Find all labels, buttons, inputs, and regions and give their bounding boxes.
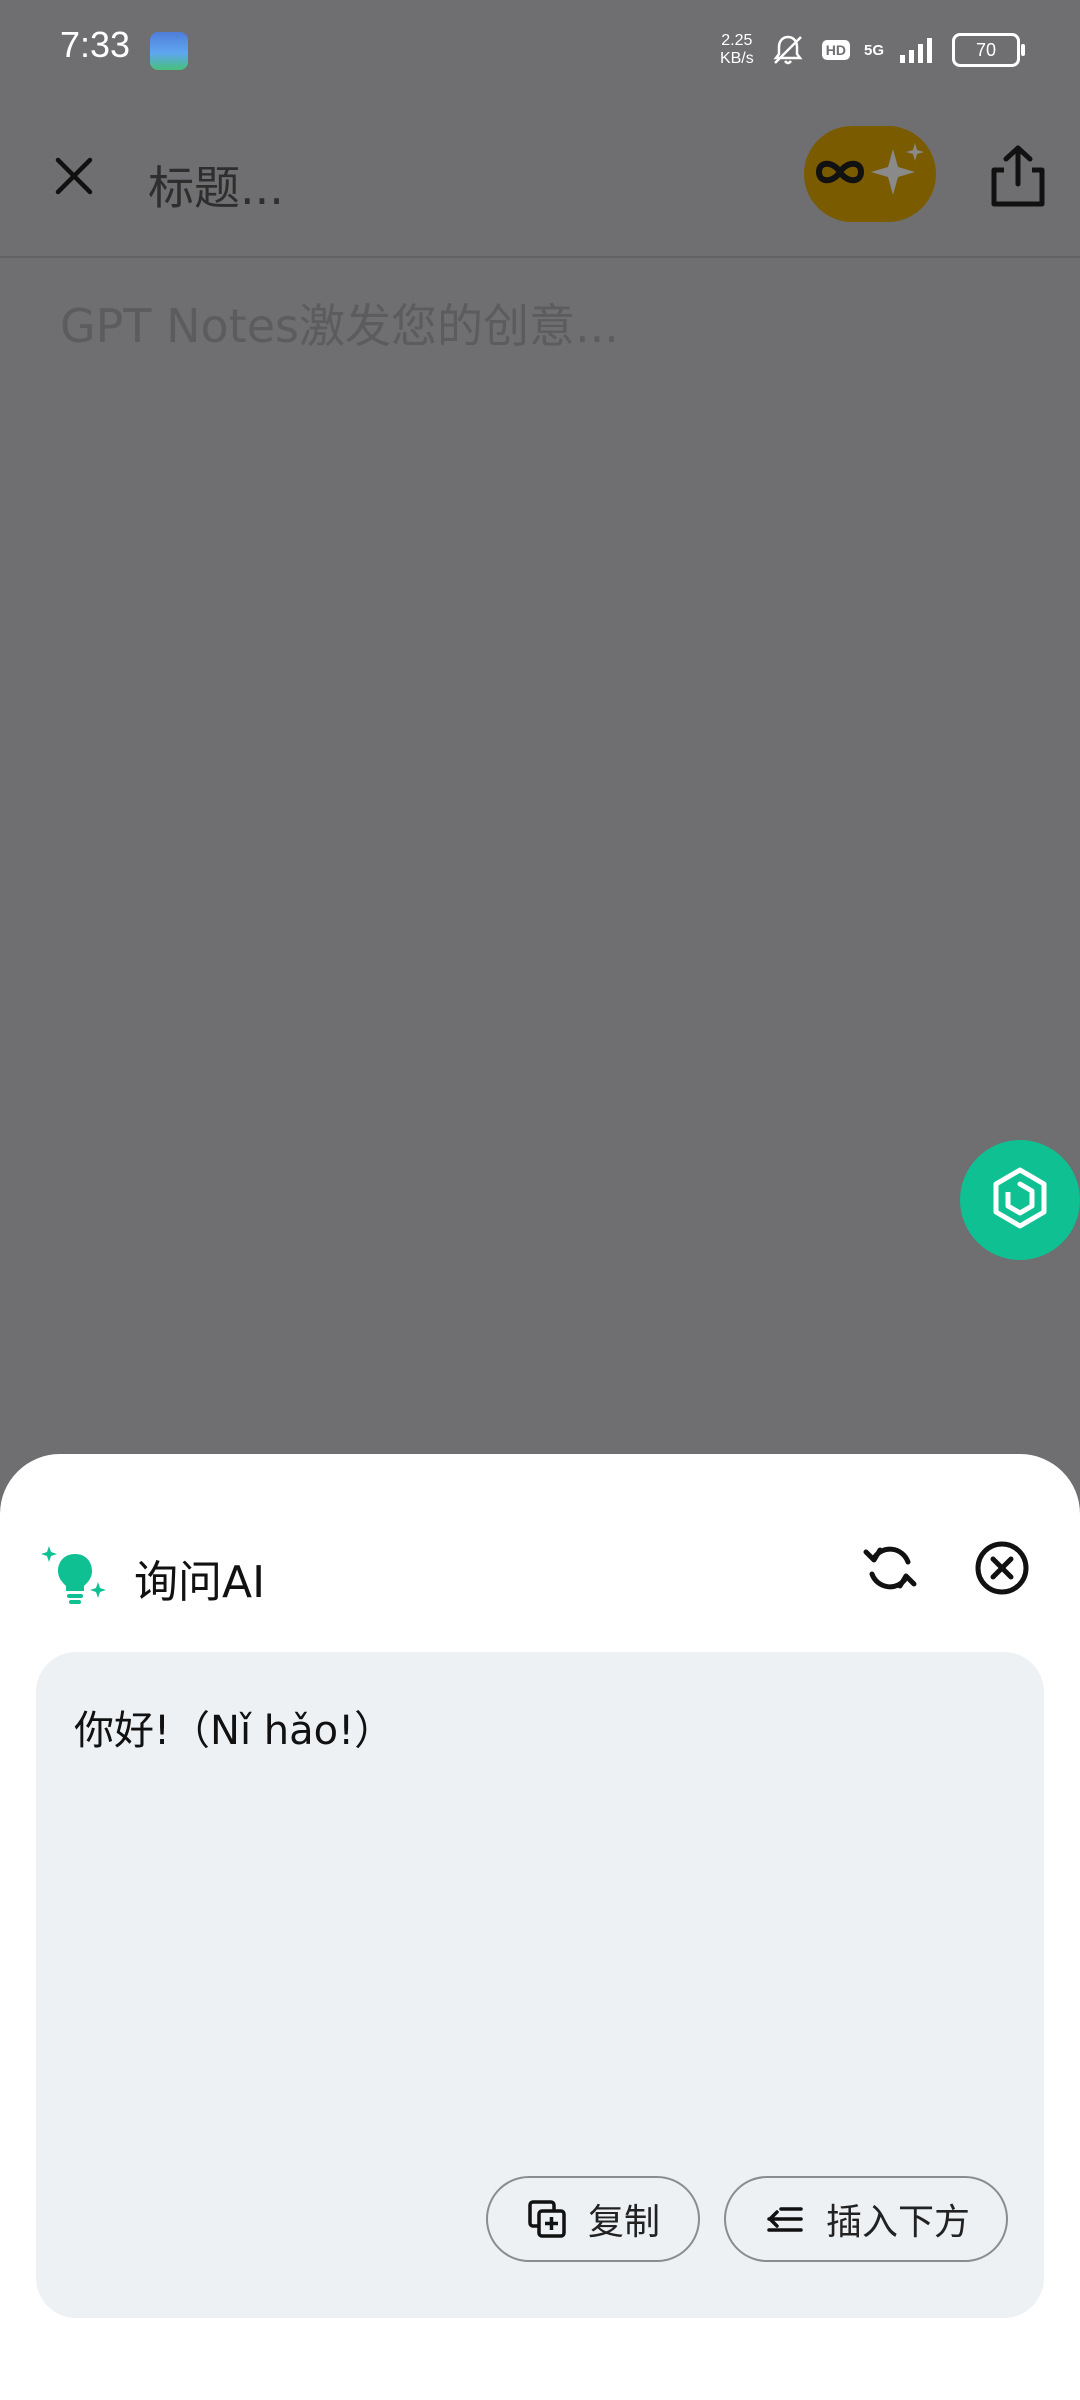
- infinity-icon: [813, 155, 867, 193]
- mute-bell-icon: [768, 30, 808, 70]
- sparkle-icon: [869, 141, 927, 207]
- close-icon: [52, 154, 96, 202]
- signal-bars-icon: [898, 30, 938, 70]
- close-circle-icon: [974, 1540, 1030, 1600]
- network-type: 5G: [863, 41, 884, 59]
- insert-below-button[interactable]: 插入下方: [724, 2176, 1008, 2262]
- share-icon: [988, 144, 1048, 212]
- status-time: 7:33: [60, 24, 131, 65]
- close-editor-button[interactable]: [40, 144, 108, 212]
- copy-button[interactable]: 复制: [486, 2176, 700, 2262]
- ai-answer-card: 你好!（Nǐ hǎo!） 复制 插入下方: [36, 1652, 1044, 2318]
- copy-button-label: 复制: [588, 2202, 661, 2243]
- ask-ai-sheet: 询问AI 你好!（Nǐ hǎo!） 复制 插入下方: [0, 1454, 1080, 2400]
- close-sheet-button[interactable]: [970, 1538, 1034, 1602]
- notification-app-icon: [150, 32, 188, 70]
- note-body-input[interactable]: GPT Notes激发您的创意...: [60, 290, 619, 356]
- regenerate-button[interactable]: [858, 1538, 922, 1602]
- copy-icon: [526, 2198, 568, 2240]
- insert-below-icon: [764, 2198, 806, 2240]
- refresh-icon: [862, 1540, 918, 1600]
- battery-indicator: 70: [952, 33, 1025, 67]
- note-title-input[interactable]: 标题...: [148, 152, 284, 218]
- share-button[interactable]: [978, 138, 1058, 218]
- battery-level: 70: [975, 39, 997, 60]
- hd-badge: HD: [821, 40, 850, 60]
- ai-fab-icon: [988, 1166, 1052, 1234]
- insert-below-button-label: 插入下方: [826, 2202, 971, 2243]
- lightbulb-icon: [40, 1540, 110, 1610]
- sheet-title: 询问AI: [134, 1557, 266, 1608]
- network-speed: 2.25 KB/s: [720, 32, 754, 68]
- ai-unlimited-button[interactable]: [804, 126, 936, 222]
- network-speed-unit: KB/s: [719, 50, 754, 67]
- network-speed-value: 2.25: [721, 32, 753, 49]
- editor-toolbar: 标题...: [0, 100, 1080, 258]
- status-indicators: 2.25 KB/s HD 5G 70: [720, 28, 1025, 72]
- ai-assistant-fab[interactable]: [960, 1140, 1080, 1260]
- ai-answer-text: 你好!（Nǐ hǎo!）: [74, 1708, 395, 1754]
- sheet-header: 询问AI: [0, 1454, 1080, 1634]
- status-bar: 7:33 2.25 KB/s HD 5G 70: [0, 0, 1080, 100]
